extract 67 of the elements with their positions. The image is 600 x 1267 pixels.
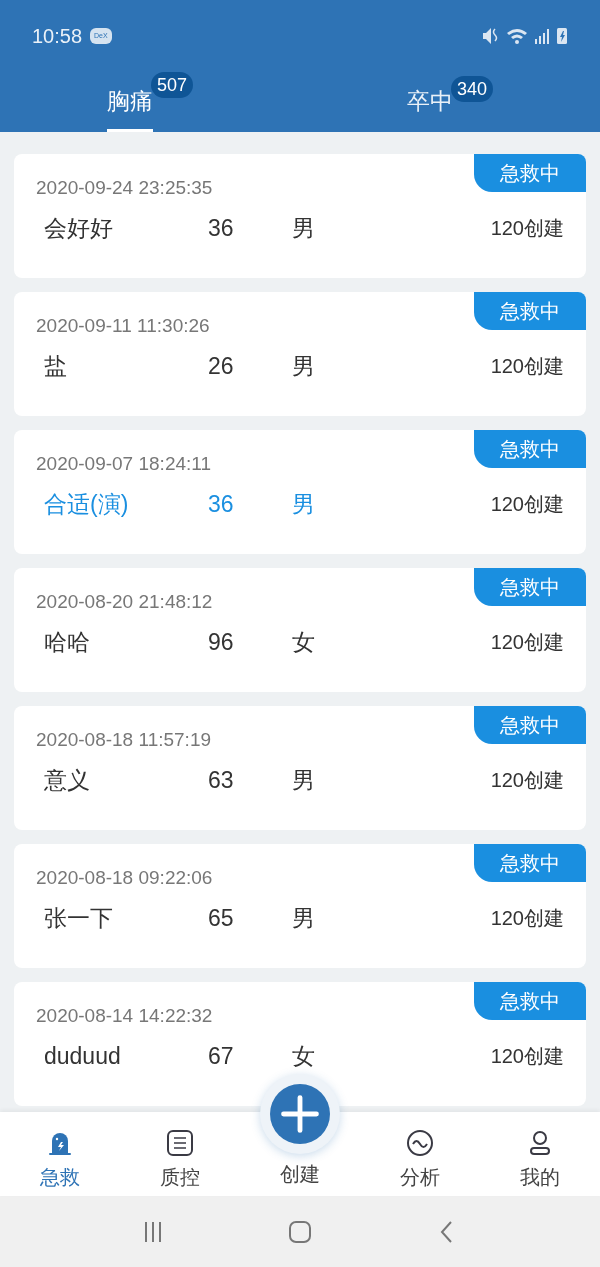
status-tag: 急救中 [474, 568, 586, 606]
record-source: 120创建 [490, 767, 564, 793]
category-tab[interactable]: 卒中 [406, 72, 453, 132]
record-source: 120创建 [490, 905, 564, 931]
record-source: 120创建 [490, 1043, 564, 1069]
record-card[interactable]: 2020-09-07 18:24:11 急救中 合适(演) 36 男 120创建 [14, 430, 586, 554]
record-time: 2020-09-07 18:24:11 [36, 452, 212, 476]
record-time: 2020-09-11 11:30:26 [36, 314, 210, 338]
status-tag: 急救中 [474, 844, 586, 882]
patient-sex: 女 [292, 627, 315, 657]
patient-name: 意义 [44, 765, 91, 795]
count-badge: 507 [150, 72, 193, 98]
mute-icon [482, 27, 500, 45]
wave-icon [405, 1128, 435, 1158]
nav-item[interactable]: 急救 [0, 1112, 120, 1196]
count-badge: 340 [450, 76, 493, 102]
record-source: 120创建 [490, 629, 564, 655]
record-time: 2020-08-14 14:22:32 [36, 1004, 213, 1028]
patient-sex: 男 [292, 351, 315, 381]
record-card[interactable]: 2020-08-18 09:22:06 急救中 张一下 65 男 120创建 [14, 844, 586, 968]
patient-age: 65 [208, 903, 235, 933]
status-tag: 急救中 [474, 982, 586, 1020]
record-source: 120创建 [490, 215, 564, 241]
patient-sex: 男 [292, 765, 315, 795]
signal-icon [534, 27, 550, 45]
record-source: 120创建 [490, 353, 564, 379]
patient-name: 张一下 [44, 903, 114, 933]
patient-sex: 男 [292, 213, 315, 243]
record-card[interactable]: 2020-09-11 11:30:26 急救中 盐 26 男 120创建 [14, 292, 586, 416]
record-card[interactable]: 2020-09-24 23:25:35 急救中 会好好 36 男 120创建 [14, 154, 586, 278]
patient-name: 哈哈 [44, 627, 91, 657]
patient-name: duduud [44, 1041, 122, 1071]
nav-item[interactable]: 质控 [120, 1112, 240, 1196]
status-tag: 急救中 [474, 430, 586, 468]
record-source: 120创建 [490, 491, 564, 517]
status-tag: 急救中 [474, 154, 586, 192]
battery-icon [556, 27, 568, 45]
nav-item[interactable]: 我的 [480, 1112, 600, 1196]
record-time: 2020-08-18 11:57:19 [36, 728, 212, 752]
patient-sex: 男 [292, 489, 315, 519]
record-card[interactable]: 2020-08-18 11:57:19 急救中 意义 63 男 120创建 [14, 706, 586, 830]
patient-age: 36 [208, 213, 235, 243]
patient-name: 会好好 [44, 213, 114, 243]
patient-age: 67 [208, 1041, 235, 1071]
patient-age: 63 [208, 765, 235, 795]
record-time: 2020-08-18 09:22:06 [36, 866, 213, 890]
patient-age: 36 [208, 489, 235, 519]
patient-age: 96 [208, 627, 235, 657]
record-time: 2020-08-20 21:48:12 [36, 590, 213, 614]
record-card[interactable]: 2020-08-20 21:48:12 急救中 哈哈 96 女 120创建 [14, 568, 586, 692]
clock: 10:58 [32, 24, 83, 49]
status-tag: 急救中 [474, 292, 586, 330]
plus-icon [270, 1084, 330, 1144]
list-icon [165, 1128, 195, 1158]
home-icon[interactable] [288, 1219, 312, 1244]
patient-sex: 女 [292, 1041, 315, 1071]
record-card[interactable]: 2020-08-14 14:22:32 急救中 duduud 67 女 120创建 [14, 982, 586, 1106]
patient-sex: 男 [292, 903, 315, 933]
patient-name: 合适(演) [44, 489, 130, 519]
add-button[interactable] [260, 1074, 340, 1154]
record-time: 2020-09-24 23:25:35 [36, 176, 213, 200]
nav-item[interactable]: 分析 [360, 1112, 480, 1196]
wifi-icon [506, 27, 528, 45]
nav-label[interactable]: 创建 [280, 1162, 320, 1186]
patient-age: 26 [208, 351, 235, 381]
status-tag: 急救中 [474, 706, 586, 744]
patient-name: 盐 [44, 351, 68, 381]
